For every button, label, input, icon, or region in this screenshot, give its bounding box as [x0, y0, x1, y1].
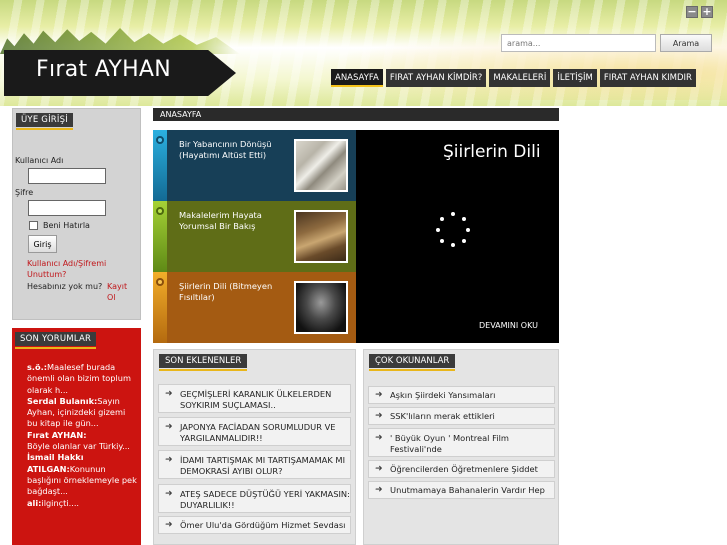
login-button[interactable]: Giriş	[28, 235, 57, 253]
forgot-link[interactable]: Kullanıcı Adı/Şifremi Unuttum?	[27, 258, 112, 280]
recent-panel: SON EKLENENLER ➜ GEÇMİŞLERİ KARANLIK ÜLKE…	[153, 349, 356, 545]
nav-firat-ayhan-kimdir-2[interactable]: FIRAT AYHAN KIMDIR	[599, 69, 696, 87]
comment-text: Böyle olanlar var Türkiy...	[27, 441, 130, 452]
username-label: Kullanıcı Adı	[15, 156, 64, 165]
recent-item[interactable]: ➜ Ömer Ulu'da Gördüğüm Hizmet Sevdası	[158, 516, 351, 534]
nav-makaleleri[interactable]: MAKALELERİ	[489, 69, 551, 87]
recent-item-label: JAPONYA FACİADAN SORUMLUDUR VE YARGILANM…	[180, 422, 336, 443]
recent-item[interactable]: ➜ GEÇMİŞLERİ KARANLIK ÜLKELERDEN SOYKIRIM…	[158, 384, 351, 413]
featured-item-title: Şiirlerin Dili (Bitmeyen Fısıltılar)	[179, 281, 273, 302]
recent-item-label: ATEŞ SADECE DÜŞTÜĞÜ YERİ YAKMASIN: DUYAR…	[180, 489, 350, 510]
popular-item-label: ' Büyük Oyun ' Montreal Film Festivali'n…	[390, 433, 509, 454]
comment-author: Serdal Bulanık:	[27, 395, 98, 406]
comment-item[interactable]: Serdal Bulanık:Sayın Ayhan, içinizdeki g…	[27, 396, 137, 430]
nav-firat-ayhan-kimdir[interactable]: FIRAT AYHAN KİMDİR?	[385, 69, 487, 87]
recent-item-label: Ömer Ulu'da Gördüğüm Hizmet Sevdası	[180, 520, 346, 530]
maximize-icon[interactable]: +	[701, 6, 713, 18]
arrow-icon: ➜	[165, 455, 173, 465]
comment-author: ali:	[27, 497, 42, 508]
featured-headline: Şiirlerin Dili	[443, 142, 541, 162]
popular-item[interactable]: ➜ Unutmamaya Bahanalerin Vardır Hep	[368, 481, 555, 499]
featured-strip	[153, 201, 167, 272]
popular-item[interactable]: ➜ SSK'lıların merak ettikleri	[368, 407, 555, 425]
popular-item[interactable]: ➜ ' Büyük Oyun ' Montreal Film Festivali'…	[368, 428, 555, 457]
recent-item-label: GEÇMİŞLERİ KARANLIK ÜLKELERDEN SOYKIRIM …	[180, 389, 332, 410]
arrow-icon: ➜	[375, 390, 383, 400]
bullet-icon	[156, 136, 164, 144]
recent-item[interactable]: ➜ ATEŞ SADECE DÜŞTÜĞÜ YERİ YAKMASIN: DUYA…	[158, 484, 351, 513]
popular-item[interactable]: ➜ Öğrencilerden Öğretmenlere Şiddet	[368, 460, 555, 478]
popular-item-label: Aşkın Şiirdeki Yansımaları	[390, 390, 496, 400]
remember-label: Beni Hatırla	[43, 221, 90, 230]
login-title: ÜYE GİRİŞİ	[16, 113, 73, 130]
popular-title: ÇOK OKUNANLAR	[369, 354, 456, 371]
arrow-icon: ➜	[375, 433, 383, 443]
comment-author: s.ö.:	[27, 362, 47, 372]
comments-box: SON YORUMLAR s.ö.:Maalesef burada önemli…	[12, 328, 141, 545]
featured-strip	[153, 272, 167, 343]
featured-item[interactable]: Bir Yabancının Dönüşü (Hayatımı Altüst E…	[153, 130, 356, 201]
username-field[interactable]	[28, 168, 106, 184]
recent-item-label: İDAMI TARTIŞMAK MI TARTIŞAMAMAK MI DEMOK…	[180, 455, 346, 476]
popular-item-label: SSK'lıların merak ettikleri	[390, 411, 495, 421]
arrow-icon: ➜	[165, 422, 173, 432]
popular-item[interactable]: ➜ Aşkın Şiirdeki Yansımaları	[368, 386, 555, 404]
popular-item-label: Unutmamaya Bahanalerin Vardır Hep	[390, 485, 545, 495]
password-label: Şifre	[15, 188, 34, 197]
comment-item[interactable]: s.ö.:Maalesef burada önemli olan bizim t…	[27, 362, 137, 396]
arrow-icon: ➜	[375, 464, 383, 474]
comment-item[interactable]: İsmail Hakkı ATILGAN:Konunun başlığını ö…	[27, 452, 137, 497]
comment-text: ilginçti....	[41, 497, 80, 508]
arrow-icon: ➜	[375, 411, 383, 421]
search-button[interactable]: Arama	[660, 34, 712, 52]
search-input[interactable]	[501, 34, 656, 52]
password-field[interactable]	[28, 200, 106, 216]
featured-item[interactable]: Şiirlerin Dili (Bitmeyen Fısıltılar)	[153, 272, 356, 343]
recent-title: SON EKLENENLER	[159, 354, 248, 371]
read-more-link[interactable]: DEVAMINI OKU	[479, 321, 538, 330]
loading-spinner-icon	[436, 212, 470, 247]
comment-author: Fırat AYHAN:	[27, 429, 87, 440]
recent-item[interactable]: ➜ İDAMI TARTIŞMAK MI TARTIŞAMAMAK MI DEMO…	[158, 450, 351, 479]
site-logo[interactable]: Fırat AYHAN	[4, 50, 236, 96]
recent-item[interactable]: ➜ JAPONYA FACİADAN SORUMLUDUR VE YARGILAN…	[158, 417, 351, 446]
bullet-icon	[156, 278, 164, 286]
featured-thumbnail[interactable]	[294, 139, 348, 192]
featured-strip	[153, 130, 167, 201]
arrow-icon: ➜	[165, 489, 173, 499]
comments-title: SON YORUMLAR	[15, 332, 97, 349]
featured-item-title: Bir Yabancının Dönüşü (Hayatımı Altüst E…	[179, 139, 272, 160]
remember-checkbox[interactable]	[29, 221, 38, 230]
featured-item-title: Makalelerim Hayata Yorumsal Bir Bakış	[179, 210, 262, 231]
featured-thumbnail[interactable]	[294, 210, 348, 263]
register-link[interactable]: Kayıt Ol	[107, 281, 137, 303]
arrow-icon: ➜	[165, 520, 173, 530]
comment-item[interactable]: ali:ilginçti....	[27, 498, 137, 509]
nav-anasayfa[interactable]: ANASAYFA	[331, 69, 383, 87]
featured-item[interactable]: Makalelerim Hayata Yorumsal Bir Bakış	[153, 201, 356, 272]
arrow-icon: ➜	[375, 485, 383, 495]
comments-list: s.ö.:Maalesef burada önemli olan bizim t…	[27, 362, 137, 509]
main-nav: ANASAYFA FIRAT AYHAN KİMDİR? MAKALELERİ …	[331, 69, 696, 87]
minimize-icon[interactable]: −	[686, 6, 698, 18]
comment-item[interactable]: Fırat AYHAN: Böyle olanlar var Türkiy...	[27, 430, 137, 453]
logo-text: Fırat AYHAN	[36, 57, 172, 82]
arrow-icon: ➜	[165, 389, 173, 399]
breadcrumb: ANASAYFA	[153, 108, 559, 121]
featured-thumbnail[interactable]	[294, 281, 348, 334]
no-account-text: Hesabınız yok mu?	[27, 282, 103, 291]
bullet-icon	[156, 207, 164, 215]
popular-item-label: Öğrencilerden Öğretmenlere Şiddet	[390, 464, 538, 474]
featured-slider: Bir Yabancının Dönüşü (Hayatımı Altüst E…	[153, 130, 559, 343]
nav-iletisim[interactable]: İLETİŞİM	[553, 69, 597, 87]
popular-panel: ÇOK OKUNANLAR ➜ Aşkın Şiirdeki Yansımalar…	[363, 349, 559, 545]
